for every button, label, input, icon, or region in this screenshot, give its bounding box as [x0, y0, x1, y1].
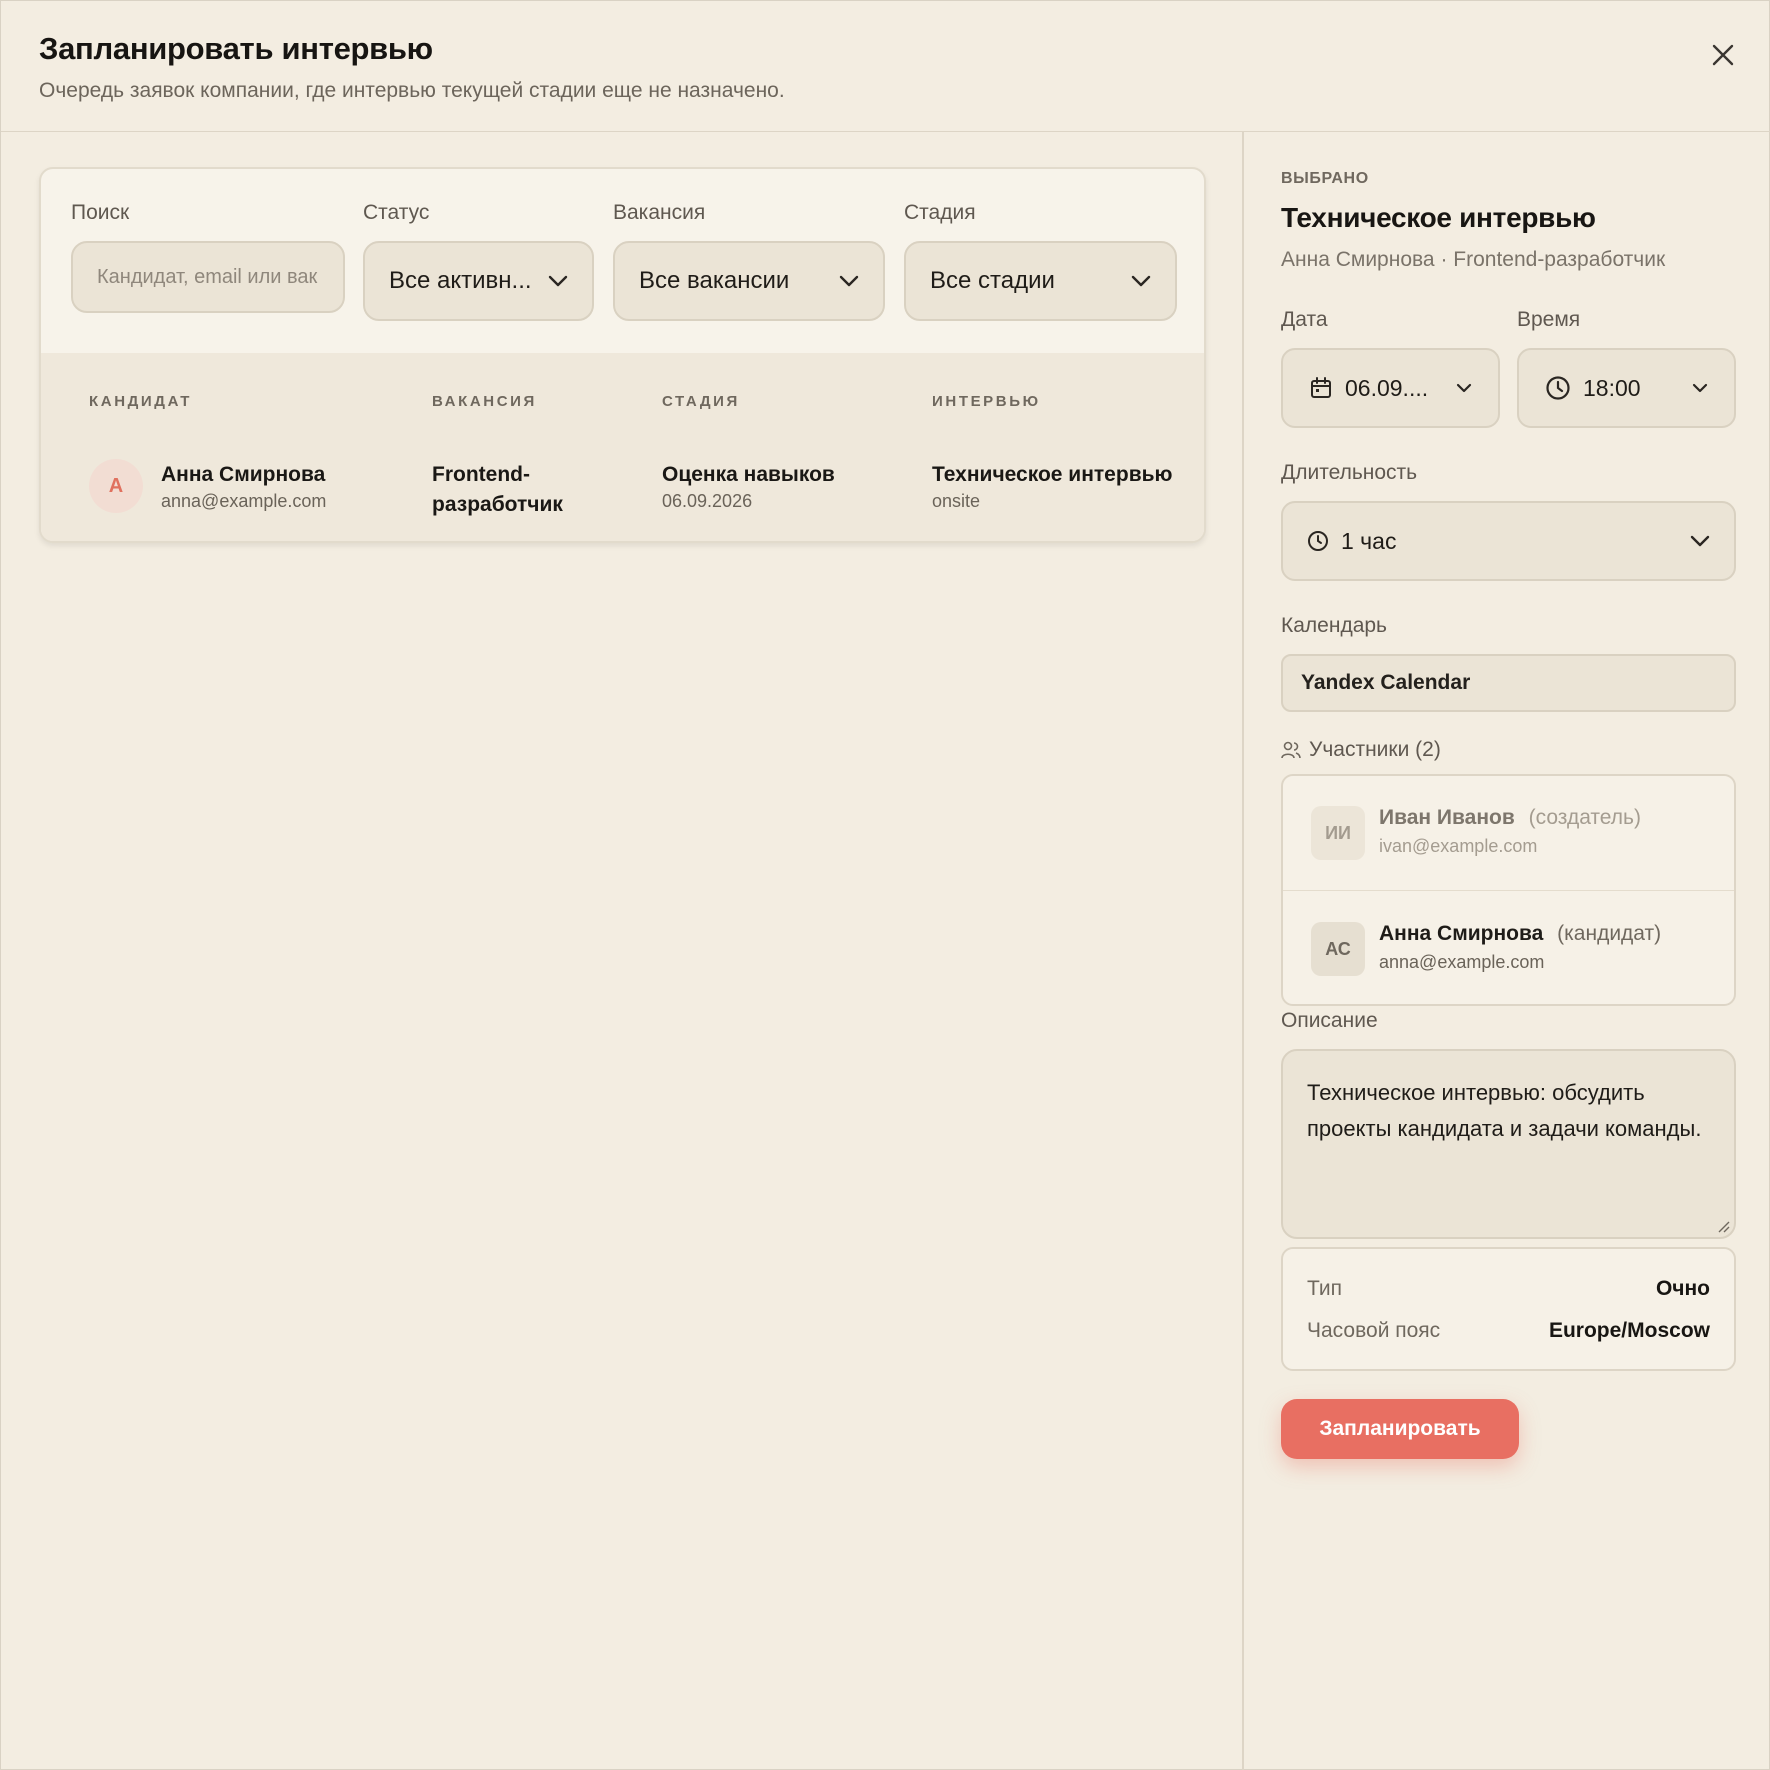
interview-name: Техническое интервью — [932, 463, 1173, 486]
resize-handle-icon[interactable] — [1718, 1221, 1730, 1233]
vacancy-value: Все вакансии — [639, 267, 790, 294]
interview-format: onsite — [932, 491, 981, 511]
table-row[interactable]: A Анна Смирнова anna@example.com Fronten… — [41, 433, 1204, 541]
selected-application-panel: ВЫБРАНО Техническое интервью Анна Смирно… — [1242, 132, 1770, 1770]
vacancy-label: Вакансия — [613, 201, 706, 224]
users-icon — [1281, 741, 1301, 759]
duration-select[interactable]: 1 час — [1281, 501, 1736, 581]
duration-label: Длительность — [1281, 461, 1418, 484]
participant-row: АС Анна Смирнова (кандидат) anna@example… — [1283, 892, 1734, 1004]
time-picker[interactable]: 18:00 — [1517, 348, 1736, 428]
close-icon — [1712, 44, 1734, 66]
participants-heading: Участники (2) — [1281, 738, 1441, 762]
calendar-value: Yandex Calendar — [1301, 671, 1471, 694]
chevron-down-icon — [1456, 383, 1472, 393]
clock-icon — [1308, 531, 1328, 551]
interview-info-box: Тип Очно Часовой пояс Europe/Moscow — [1281, 1247, 1736, 1371]
schedule-interview-dialog: Запланировать интервью Очередь заявок ко… — [0, 0, 1770, 1770]
chevron-down-icon — [1692, 383, 1708, 393]
timezone-label: Часовой пояс — [1307, 1319, 1441, 1342]
timezone-value: Europe/Moscow — [1548, 1319, 1710, 1342]
duration-value: 1 час — [1341, 527, 1397, 554]
chevron-down-icon — [1690, 535, 1710, 547]
dialog-header: Запланировать интервью Очередь заявок ко… — [1, 1, 1770, 132]
column-header-vacancy: ВАКАНСИЯ — [432, 393, 537, 410]
queue-card: Поиск Кандидат, email или вак Статус Все… — [39, 167, 1206, 543]
selected-title: Техническое интервью — [1281, 202, 1596, 233]
column-header-candidate: КАНДИДАТ — [89, 393, 193, 410]
type-label: Тип — [1307, 1277, 1343, 1300]
date-picker[interactable]: 06.09.... — [1281, 348, 1500, 428]
date-label: Дата — [1281, 308, 1328, 331]
candidate-email: anna@example.com — [161, 491, 327, 511]
participant-name: Анна Смирнова (кандидат) — [1379, 922, 1661, 946]
selected-subtitle: Анна Смирнова · Frontend-разработчик — [1281, 248, 1666, 271]
description-text: Техническое интервью: обсудить проекты к… — [1307, 1080, 1702, 1141]
description-textarea[interactable]: Техническое интервью: обсудить проекты к… — [1281, 1049, 1736, 1239]
calendar-field[interactable]: Yandex Calendar — [1281, 654, 1736, 712]
search-placeholder: Кандидат, email или вак — [97, 265, 318, 288]
participant-name-text: Анна Смирнова — [1379, 922, 1544, 945]
vacancy-select[interactable]: Все вакансии — [613, 241, 885, 321]
status-value: Все активн... — [389, 267, 532, 294]
chevron-down-icon — [1131, 275, 1151, 287]
column-header-interview: ИНТЕРВЬЮ — [932, 393, 1041, 410]
candidate-name: Анна Смирнова — [161, 463, 326, 486]
stage-name: Оценка навыков — [662, 463, 835, 486]
status-label: Статус — [363, 201, 430, 224]
avatar: A — [89, 459, 143, 513]
schedule-button[interactable]: Запланировать — [1281, 1399, 1519, 1459]
stage-label: Стадия — [904, 201, 976, 224]
participants-list: ИИ Иван Иванов (создатель) ivan@example.… — [1281, 774, 1736, 1006]
avatar: ИИ — [1311, 806, 1365, 860]
dialog-title: Запланировать интервью — [39, 31, 433, 66]
date-value: 06.09.... — [1345, 374, 1429, 401]
avatar: АС — [1311, 922, 1365, 976]
stage-select[interactable]: Все стадии — [904, 241, 1177, 321]
time-label: Время — [1517, 308, 1581, 331]
clock-icon — [1546, 376, 1570, 400]
stage-value: Все стадии — [930, 267, 1055, 294]
participant-name-text: Иван Иванов — [1379, 806, 1515, 829]
participant-email: anna@example.com — [1379, 952, 1545, 972]
application-queue-pane: Поиск Кандидат, email или вак Статус Все… — [1, 132, 1242, 1770]
dialog-subtitle: Очередь заявок компании, где интервью те… — [39, 79, 785, 102]
queue-table: КАНДИДАТ ВАКАНСИЯ СТАДИЯ ИНТЕРВЬЮ A Анна… — [41, 353, 1204, 541]
vacancy-name: Frontend-разработчик — [432, 463, 563, 516]
close-button[interactable] — [1705, 37, 1741, 73]
participant-role: (создатель) — [1528, 806, 1641, 829]
chevron-down-icon — [839, 275, 859, 287]
participant-row: ИИ Иван Иванов (создатель) ivan@example.… — [1283, 776, 1734, 891]
description-label: Описание — [1281, 1009, 1378, 1032]
stage-date: 06.09.2026 — [662, 491, 753, 511]
column-header-stage: СТАДИЯ — [662, 393, 740, 410]
chevron-down-icon — [548, 275, 568, 287]
participant-email: ivan@example.com — [1379, 836, 1538, 856]
calendar-label: Календарь — [1281, 614, 1387, 637]
participant-name: Иван Иванов (создатель) — [1379, 806, 1641, 830]
participant-role: (кандидат) — [1557, 922, 1662, 945]
type-value: Очно — [1655, 1277, 1710, 1300]
participants-label: Участники (2) — [1309, 738, 1441, 761]
status-select[interactable]: Все активн... — [363, 241, 594, 321]
search-label: Поиск — [71, 201, 130, 224]
time-value: 18:00 — [1583, 374, 1641, 401]
search-input[interactable]: Кандидат, email или вак — [71, 241, 345, 313]
calendar-icon — [1311, 377, 1331, 398]
selected-eyebrow: ВЫБРАНО — [1281, 170, 1369, 187]
